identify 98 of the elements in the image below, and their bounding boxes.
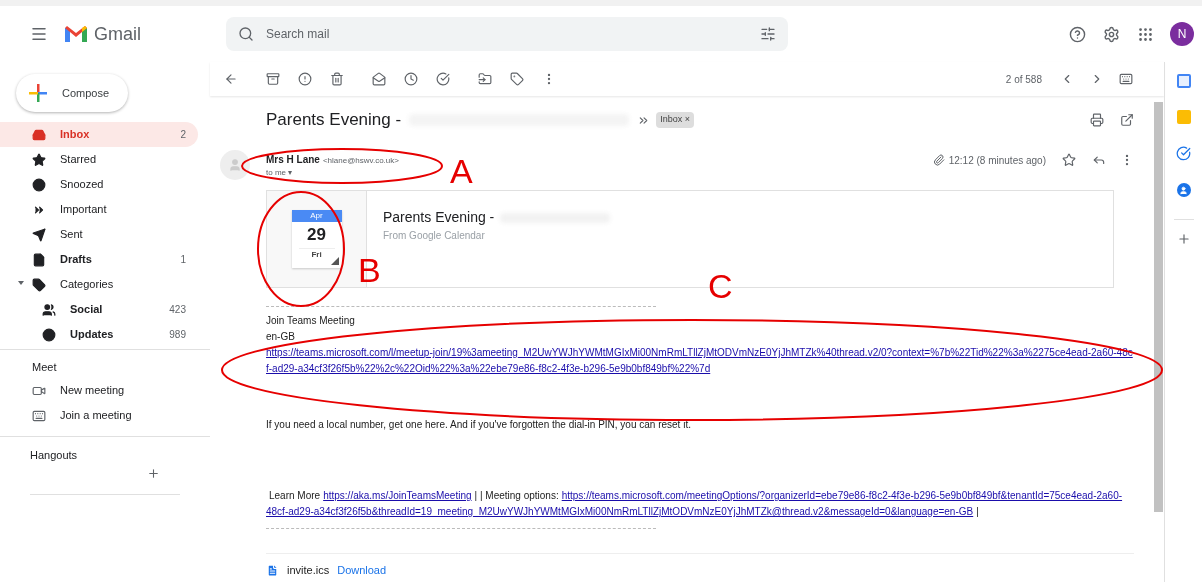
file-icon [266, 563, 279, 577]
attachment-name: invite.ics [287, 563, 330, 578]
tasks-icon[interactable] [1176, 146, 1191, 161]
nav-item[interactable]: Social 423 [0, 297, 198, 322]
inbox-label[interactable]: Inbox × [656, 112, 694, 128]
apps-icon[interactable] [1137, 25, 1154, 43]
nav-item[interactable]: Starred [0, 147, 198, 172]
account-avatar[interactable]: N [1170, 22, 1194, 46]
archive-icon[interactable] [266, 72, 280, 86]
nav-item[interactable]: Updates 989 [0, 322, 198, 347]
menu-icon[interactable] [30, 25, 48, 43]
event-day: 29 [307, 222, 326, 248]
search-icon[interactable] [238, 26, 254, 42]
sender-address: <hlane@hswv.co.uk> [322, 155, 399, 167]
nav-label: Updates [70, 327, 115, 343]
search-bar[interactable]: Search mail [226, 17, 788, 51]
avatar-placeholder [220, 150, 250, 180]
snooze-icon[interactable] [404, 72, 418, 86]
scrollbar[interactable] [1154, 102, 1163, 512]
reply-icon[interactable] [1092, 153, 1106, 167]
event-month: Apr [291, 210, 342, 222]
filter-icon[interactable] [760, 26, 776, 42]
compose-button[interactable]: Compose [16, 74, 128, 112]
nav-count: 2 [180, 128, 186, 142]
nav-icon [32, 127, 46, 142]
delete-icon[interactable] [330, 72, 344, 86]
body-link[interactable]: https://teams.microsoft.com/meetingOptions/?organizerId=ebe79e86-f8c2-4f3e-b296-5e9b0bf849bf&tenantId=75ce4ead-2a60- [561, 488, 1123, 504]
keyboard-icon[interactable] [1118, 72, 1134, 86]
calendar-icon[interactable] [1176, 74, 1191, 88]
help-icon[interactable] [1069, 25, 1086, 43]
nav-icon [32, 277, 46, 292]
annotation-letter: C [708, 267, 733, 305]
meet-item[interactable]: Join a meeting [0, 403, 210, 428]
event-weekday: Fri [298, 248, 335, 261]
nav-item[interactable]: Sent [0, 222, 198, 247]
body-text: | [975, 505, 980, 519]
nav-icon [42, 327, 56, 342]
nav-item[interactable]: Inbox 2 [0, 122, 198, 147]
keyboard-icon [32, 408, 46, 423]
recipient-text[interactable]: to me ▾ [266, 167, 399, 179]
nav-icon [42, 302, 56, 317]
nav-count: 423 [169, 303, 186, 317]
meeting-link[interactable]: https://teams.microsoft.com/l/meetup-join/19%3ameeting_M2UwYWJhYWMtMGIxMi00NmRmLTllZjMtODVmNzE0YjJhMTZk%40thread.v2/0?context=%7b%22Tid%22%3a%2275ce4ead-2a60-48cf-ad29-a34cf3f26f5b%22%2c%22Oid%22%3a%22ebe79e86-f8c2-4f3e-b296-5e9b0bf849bf%22%7d [266, 345, 1134, 377]
nav-icon [32, 252, 46, 267]
star-icon[interactable] [1062, 153, 1076, 167]
gmail-logo-icon [64, 25, 88, 43]
body-text: | | Meeting options: [473, 489, 560, 503]
body-link[interactable]: 48cf-ad29-a34cf3f26f5b&threadId=19_meeting_M2UwYWJhYWMtMGIxMi00NmRmLTllZjMtODVmNzE0YjJhMTZk@thread.v2&messageId=0&language=en-GB [266, 504, 974, 520]
settings-icon[interactable] [1103, 25, 1120, 43]
nav-icon [32, 227, 46, 242]
corner-icon [330, 257, 339, 265]
nav-count: 1 [180, 253, 186, 267]
print-icon[interactable] [1090, 113, 1104, 127]
new-window-icon[interactable] [1120, 113, 1134, 127]
nav-item[interactable]: Categories [0, 272, 198, 297]
nav-label: Drafts [60, 252, 93, 268]
mail-icon[interactable] [372, 72, 386, 86]
label-icon[interactable] [510, 72, 524, 86]
event-title: Parents Evening - [383, 208, 495, 227]
download-link[interactable]: Download [337, 562, 387, 579]
pager-text: 2 of 588 [1005, 72, 1042, 87]
body-link[interactable]: https://aka.ms/JoinTeamsMeeting [323, 488, 472, 504]
add-icon[interactable] [147, 467, 160, 480]
email-subject: Parents Evening - [266, 109, 402, 132]
nav-item[interactable]: Drafts 1 [0, 247, 198, 272]
annotation-letter: B [358, 251, 381, 289]
spam-icon[interactable] [298, 72, 312, 86]
app-name: Gmail [94, 22, 142, 46]
nav-label: Categories [60, 277, 115, 293]
nav-item[interactable]: Snoozed [0, 172, 198, 197]
move-icon[interactable] [478, 72, 492, 86]
expand-caret-icon[interactable] [18, 281, 24, 285]
nav-label: Starred [60, 152, 98, 168]
nav-label: Important [60, 202, 108, 218]
nav-icon [32, 177, 46, 192]
contacts-icon[interactable] [1176, 183, 1191, 197]
email-time: 12:12 (8 minutes ago) [948, 154, 1046, 168]
nav-label: Inbox [60, 127, 91, 143]
body-text: Join Teams Meeting [266, 314, 356, 328]
attachment-icon [932, 154, 945, 166]
task-icon[interactable] [436, 72, 450, 86]
nav-label: Snoozed [60, 177, 105, 193]
section-title: Meet [31, 359, 58, 375]
plus-icon [28, 83, 48, 103]
nav-item[interactable]: Important [0, 197, 198, 222]
nav-label: Social [70, 302, 104, 318]
nav-count: 989 [169, 328, 186, 342]
section-title: Hangouts [29, 448, 79, 463]
event-source: From Google Calendar [383, 229, 486, 243]
body-text: en-GB [266, 330, 296, 344]
body-text: Learn More [268, 489, 322, 503]
sender-name: Mrs H Lane [266, 153, 320, 167]
annotation-letter: A [450, 152, 473, 190]
nav-icon [32, 152, 46, 167]
nav-label: Sent [60, 227, 84, 243]
back-icon[interactable] [224, 72, 238, 86]
search-input[interactable]: Search mail [266, 25, 760, 43]
meet-item[interactable]: New meeting [0, 378, 210, 403]
